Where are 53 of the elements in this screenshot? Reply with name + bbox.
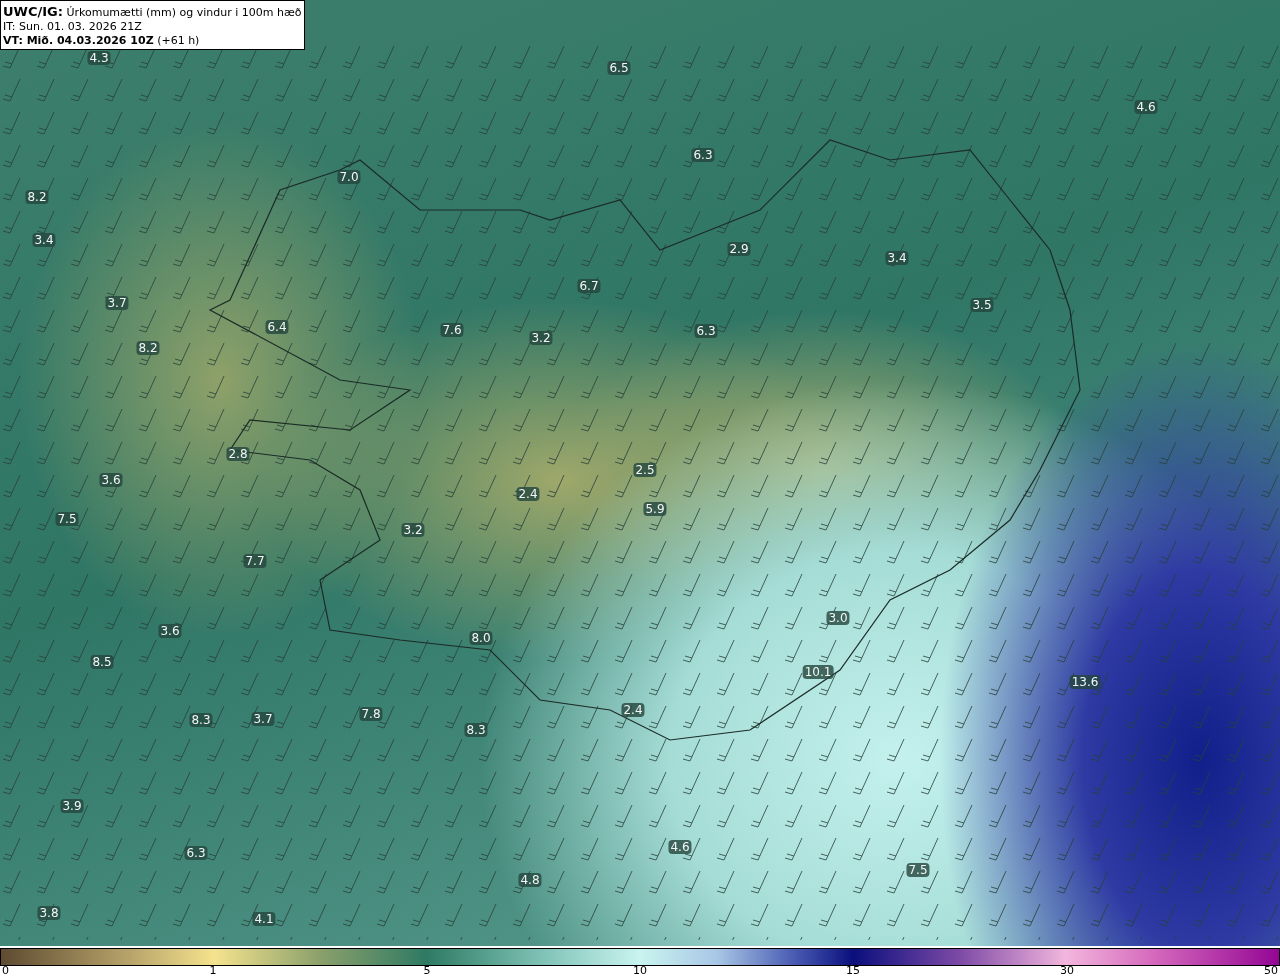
value-label: 8.3 [189, 713, 213, 727]
value-label: 8.2 [136, 341, 160, 355]
value-label: 6.3 [184, 846, 208, 860]
value-label: 7.5 [55, 512, 79, 526]
value-label: 6.3 [694, 324, 718, 338]
value-label: 7.0 [337, 170, 361, 184]
value-label: 7.7 [243, 554, 267, 568]
value-label: 3.4 [32, 233, 56, 247]
value-label: 2.4 [516, 487, 540, 501]
value-label: 5.9 [643, 502, 667, 516]
value-label: 3.6 [158, 624, 182, 638]
value-label: 3.2 [401, 523, 425, 537]
init-time: IT: Sun. 01. 03. 2026 21Z [3, 20, 143, 34]
value-label: 8.2 [25, 190, 49, 204]
value-label: 3.7 [105, 296, 129, 310]
colorbar-tick-label: 1 [209, 964, 217, 977]
value-label: 3.9 [60, 799, 84, 813]
value-label: 3.2 [529, 331, 553, 345]
value-label: 3.7 [251, 712, 275, 726]
value-label: 6.7 [577, 279, 601, 293]
value-label: 3.5 [970, 298, 994, 312]
value-label: 4.6 [1134, 100, 1158, 114]
value-label: 7.8 [359, 707, 383, 721]
value-label: 3.0 [826, 611, 850, 625]
value-label: 2.9 [727, 242, 751, 256]
value-label: 8.0 [469, 631, 493, 645]
value-label: 3.8 [37, 906, 61, 920]
value-label: 3.6 [99, 473, 123, 487]
colorbar-tick-label: 5 [423, 964, 431, 977]
value-label: 7.5 [906, 863, 930, 877]
colorbar-tick-label: 50 [1264, 964, 1278, 977]
colorbar-tick-label: 10 [633, 964, 647, 977]
value-label: 6.4 [265, 320, 289, 334]
value-label: 6.5 [607, 61, 631, 75]
colorbar-tick-label: 0 [2, 964, 9, 977]
value-label: 4.8 [518, 873, 542, 887]
value-label: 4.3 [87, 51, 111, 65]
value-label: 8.5 [90, 655, 114, 669]
value-label: 2.4 [621, 703, 645, 717]
colorbar-tick-label: 30 [1060, 964, 1074, 977]
value-label: 8.3 [464, 723, 488, 737]
valid-time: VT: Mið. 04.03.2026 10Z (+61 h) [3, 34, 201, 48]
value-label: 7.6 [440, 323, 464, 337]
value-label: 3.4 [885, 251, 909, 265]
value-label: 13.6 [1069, 675, 1101, 689]
value-label: 4.6 [668, 840, 692, 854]
value-label: 4.1 [252, 912, 276, 926]
value-label: 10.1 [802, 665, 834, 679]
chart-title: UWC/IG: Úrkomumætti (mm) og vindur i 100m hæð [3, 5, 302, 20]
value-label: 6.3 [691, 148, 715, 162]
colorbar-tick-label: 15 [846, 964, 860, 977]
value-label: 2.8 [226, 447, 250, 461]
value-label: 2.5 [633, 463, 657, 477]
